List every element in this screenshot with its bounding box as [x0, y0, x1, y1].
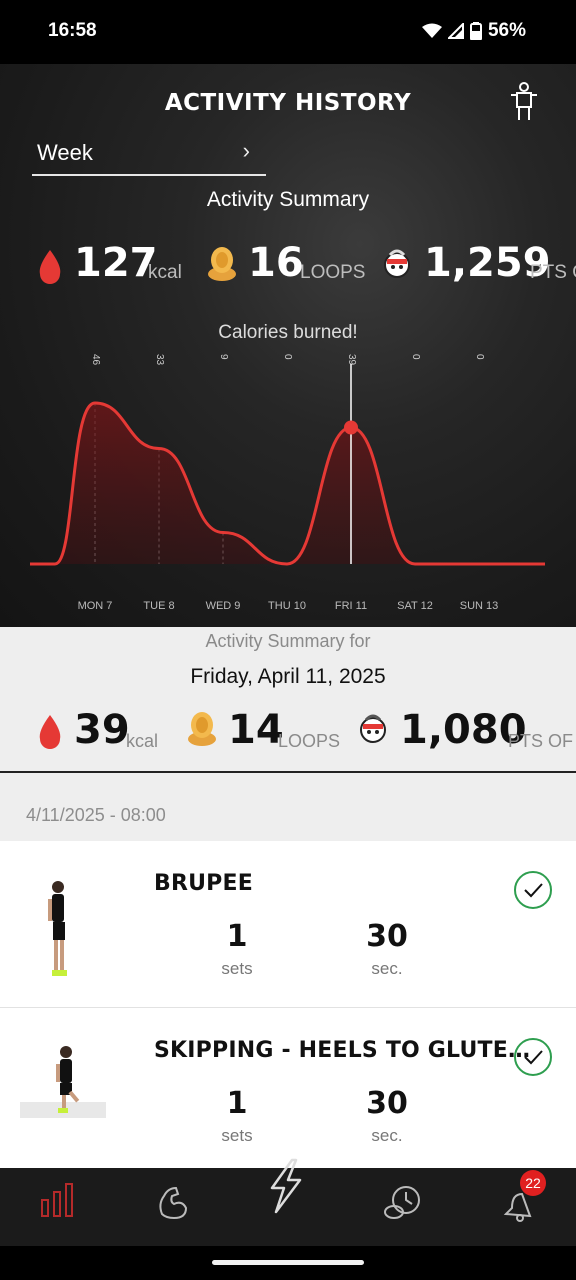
day-summary-date: Friday, April 11, 2025	[190, 665, 386, 688]
completed-check-icon	[514, 871, 552, 909]
timer-icon[interactable]	[384, 1184, 422, 1220]
chart-title: Calories burned!	[218, 322, 358, 343]
status-time: 16:58	[48, 20, 97, 41]
exercise-sets: 1	[226, 919, 248, 954]
gesture-bar	[0, 1246, 576, 1280]
session-header: 4/11/2025 - 08:00	[0, 773, 576, 841]
day-summary-title: Activity Summary for	[205, 631, 371, 651]
notification-badge: 22	[520, 1170, 546, 1196]
session-timestamp: 4/11/2025 - 08:00	[26, 805, 166, 825]
selected-day-marker[interactable]	[344, 420, 358, 435]
completed-check-icon	[514, 1038, 552, 1076]
person-icon[interactable]	[508, 82, 540, 122]
exercise-card[interactable]: SKIPPING - HEELS TO GLUTE… 1 sets 30 sec…	[0, 1008, 576, 1169]
period-selector[interactable]: Week ›	[32, 128, 266, 176]
chart-day-label: WED 9	[205, 600, 241, 612]
chevron-right-icon: ›	[242, 138, 250, 163]
summary-loops-unit: LOOPS	[300, 262, 366, 283]
period-label: Week	[37, 140, 93, 165]
battery-icon	[469, 22, 482, 40]
exercise-sets-label: sets	[221, 959, 253, 978]
summary-stats: 127 kcal 16 LOOPS 1,259 PTS O	[0, 234, 576, 304]
exercise-card[interactable]: BRUPEE 1 sets 30 sec.	[0, 841, 576, 1008]
chart-value-label: 9	[218, 354, 229, 360]
summary-points-unit: PTS O	[530, 262, 576, 283]
chart-day-label: THU 10	[268, 600, 306, 612]
day-kcal-unit: kcal	[126, 731, 159, 751]
chart-day-label: MON 7	[77, 600, 113, 612]
summary-kcal-unit: kcal	[148, 262, 182, 283]
exercise-sets: 1	[226, 1086, 248, 1121]
day-loops-unit: LOOPS	[278, 731, 341, 751]
signal-icon	[447, 23, 464, 39]
page-title: ACTIVITY HISTORY	[164, 90, 412, 116]
exercise-duration-label: sec.	[371, 959, 403, 978]
day-points-unit: PTS OF E	[508, 731, 576, 751]
activity-hero: ACTIVITY HISTORY Week › Activity Summary…	[0, 64, 576, 627]
chart-value-label: 0	[474, 354, 485, 360]
day-loops: 14	[228, 707, 284, 753]
exercise-sets-label: sets	[221, 1126, 253, 1145]
drop-icon	[39, 250, 61, 284]
chart-day-label: SAT 12	[397, 600, 433, 612]
chart-day-label: FRI 11	[334, 600, 368, 612]
muscle-icon[interactable]	[156, 1184, 190, 1220]
bottom-nav: 22	[0, 1158, 576, 1246]
chart-day-label: SUN 13	[459, 600, 499, 612]
drop-icon	[39, 715, 61, 749]
summary-kcal: 127	[74, 240, 158, 286]
lightning-icon[interactable]	[266, 1158, 306, 1214]
loops-coin-icon	[188, 712, 216, 746]
chart-day-label: TUE 8	[143, 600, 175, 612]
home-indicator[interactable]	[212, 1260, 364, 1265]
kettlebell-icon	[360, 714, 386, 743]
exercise-duration: 30	[366, 1086, 408, 1121]
wifi-icon	[421, 23, 442, 38]
day-summary: Activity Summary for Friday, April 11, 2…	[0, 627, 576, 771]
calories-chart[interactable]	[0, 364, 576, 584]
battery-percent: 56%	[487, 20, 526, 41]
chart-value-label: 0	[282, 354, 293, 360]
day-kcal: 39	[74, 707, 130, 753]
stats-icon[interactable]	[40, 1182, 74, 1218]
status-icons: 56%	[421, 20, 526, 42]
exercise-thumbnail	[48, 881, 67, 976]
kettlebell-icon	[384, 249, 410, 278]
status-bar: 16:58 56%	[0, 0, 576, 64]
exercise-duration-label: sec.	[371, 1126, 403, 1145]
day-summary-stats: 39 kcal 14 LOOPS 1,080 PTS OF E	[0, 705, 576, 761]
summary-title: Activity Summary	[206, 188, 370, 211]
chart-value-label: 0	[410, 354, 421, 360]
exercise-name: BRUPEE	[154, 871, 253, 896]
exercise-name: SKIPPING - HEELS TO GLUTE…	[154, 1038, 531, 1063]
summary-loops: 16	[248, 240, 304, 286]
chart-area	[30, 403, 545, 564]
exercise-duration: 30	[366, 919, 408, 954]
exercise-thumbnail	[20, 1046, 106, 1118]
loops-coin-icon	[208, 247, 236, 281]
